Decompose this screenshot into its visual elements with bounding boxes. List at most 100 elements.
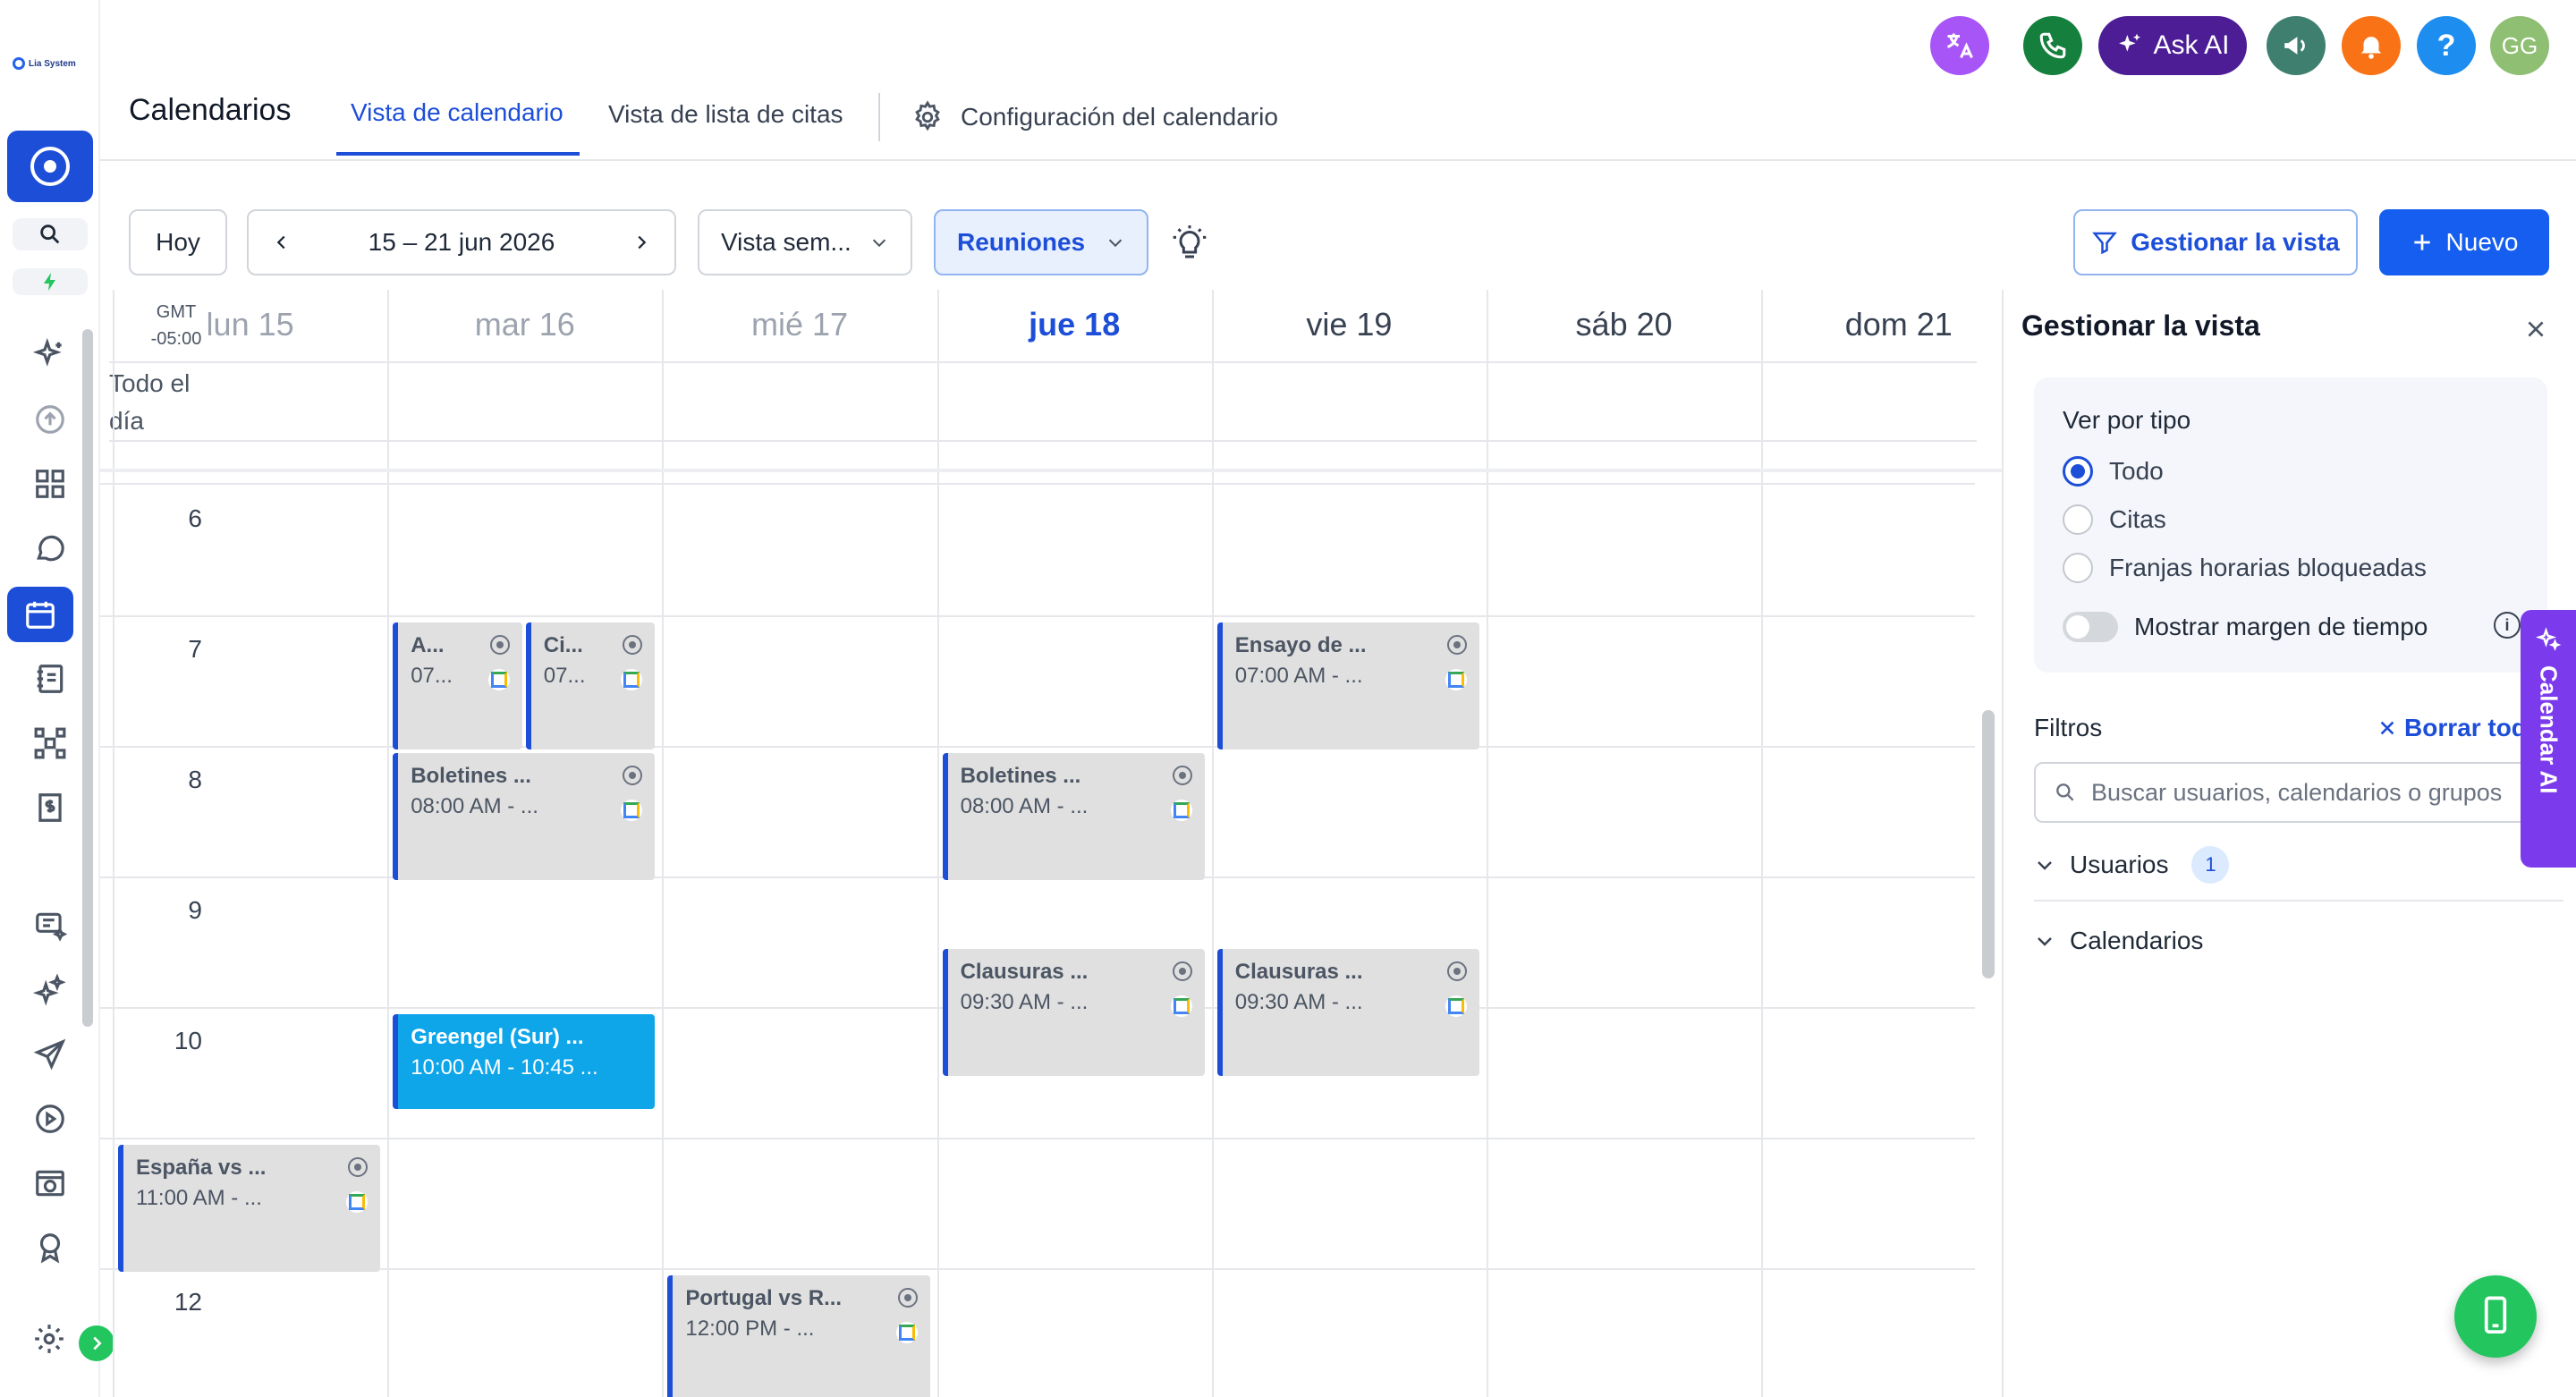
lightbulb-icon[interactable]	[1172, 224, 1208, 263]
new-event-button[interactable]: Nuevo	[2379, 209, 2549, 275]
translate-button[interactable]	[1930, 16, 1989, 75]
panel-close-button[interactable]	[2524, 311, 2547, 349]
calendar-ai-tab[interactable]: Calendar AI	[2521, 610, 2576, 868]
radio-option-blocked-slots[interactable]: Franjas horarias bloqueadas	[2063, 553, 2427, 583]
user-avatar[interactable]: GG	[2490, 16, 2549, 75]
users-accordion-label: Usuarios	[2070, 851, 2169, 878]
translate-icon	[1946, 33, 1973, 59]
today-button[interactable]: Hoy	[129, 209, 227, 275]
help-label: ?	[2436, 28, 2456, 63]
send-icon	[33, 1038, 66, 1071]
day-header[interactable]: vie 19	[1212, 306, 1487, 343]
radio-label: Citas	[2109, 505, 2166, 533]
tab-calendar-view[interactable]: Vista de calendario	[351, 98, 564, 127]
radio-button[interactable]	[2063, 504, 2093, 535]
ask-ai-button[interactable]: Ask AI	[2098, 16, 2247, 75]
grid-column-line	[662, 290, 665, 1397]
event-title: Boletines ...	[411, 764, 531, 788]
day-header[interactable]: dom 21	[1761, 306, 2036, 343]
search-icon	[2056, 783, 2074, 801]
sidebar-search-button[interactable]	[13, 218, 88, 250]
phone-button[interactable]	[2023, 16, 2082, 75]
radio-option-all[interactable]: Todo	[2063, 456, 2164, 487]
clear-all-filters-button[interactable]: Borrar todo	[2377, 714, 2542, 742]
tab-appointment-list[interactable]: Vista de lista de citas	[608, 100, 843, 129]
calendar-event[interactable]: Boletines ... 08:00 AM - ...	[942, 753, 1205, 880]
calendar-event[interactable]: Clausuras ... 09:30 AM - ...	[942, 949, 1205, 1076]
calendar-event[interactable]: A... 07...	[393, 622, 522, 749]
calendar-event[interactable]: España vs ... 11:00 AM - ...	[118, 1145, 381, 1272]
calendar-event[interactable]: Portugal vs R... 12:00 PM - ...	[667, 1275, 930, 1397]
calendar-event[interactable]: Clausuras ... 09:30 AM - ...	[1216, 949, 1479, 1076]
sidebar-item-opportunities[interactable]	[16, 715, 84, 771]
help-button[interactable]: ?	[2417, 16, 2476, 75]
calendar-event[interactable]: Ensayo de ... 07:00 AM - ...	[1216, 622, 1479, 749]
manage-view-button[interactable]: Gestionar la vista	[2073, 209, 2358, 275]
announcements-button[interactable]	[2267, 16, 2326, 75]
sidebar-item-media[interactable]	[16, 1091, 84, 1147]
event-title: Portugal vs R...	[685, 1286, 843, 1310]
brand-logo[interactable]: Lia System	[13, 52, 88, 75]
mobile-app-button[interactable]	[2454, 1275, 2537, 1358]
day-header[interactable]: mié 17	[662, 306, 936, 343]
users-accordion[interactable]: Usuarios 1	[2034, 846, 2230, 884]
award-ribbon-icon	[39, 1233, 61, 1264]
sidebar-item-settings[interactable]	[21, 1311, 77, 1367]
calendar-scrollbar[interactable]	[1982, 710, 1995, 978]
manage-view-panel: Gestionar la vista Ver por tipo Todo Cit…	[2002, 290, 2576, 1397]
filter-search-input[interactable]	[2091, 778, 2556, 807]
brand-name: Lia System	[29, 58, 76, 69]
radio-button[interactable]	[2063, 456, 2093, 487]
event-status-icon	[1172, 766, 1192, 785]
sidebar-scrollbar[interactable]	[82, 329, 93, 1027]
avatar-initials: GG	[2501, 31, 2538, 59]
sidebar-item-marketing[interactable]	[16, 1027, 84, 1082]
radio-label: Franjas horarias bloqueadas	[2109, 554, 2427, 581]
calendar-event[interactable]: Boletines ... 08:00 AM - ...	[393, 753, 656, 880]
all-day-bottom-line	[109, 440, 1977, 442]
sidebar-item-reputation[interactable]	[16, 1220, 84, 1275]
radio-label: Todo	[2109, 457, 2164, 485]
grid-column-line	[113, 290, 114, 1397]
calendars-accordion[interactable]: Calendarios	[2034, 927, 2203, 955]
day-header[interactable]: sáb 20	[1487, 306, 1761, 343]
google-calendar-icon	[1445, 995, 1467, 1017]
tab-calendar-settings[interactable]: Configuración del calendario	[911, 100, 1278, 134]
browser-globe-icon	[36, 1170, 64, 1197]
day-header[interactable]: mar 16	[387, 306, 662, 343]
chevron-left-icon[interactable]	[272, 233, 292, 252]
account-switcher-button[interactable]	[7, 131, 93, 202]
accordion-divider	[2034, 900, 2563, 902]
calendar-event[interactable]: Ci... 07...	[525, 622, 656, 749]
radio-option-appointments[interactable]: Citas	[2063, 504, 2166, 535]
chevron-down-icon	[1108, 239, 1123, 248]
time-margin-toggle[interactable]	[2063, 612, 2118, 642]
sidebar-item-ai-agents[interactable]	[16, 898, 84, 953]
ask-ai-label: Ask AI	[2153, 30, 2230, 60]
view-type-select[interactable]: Vista sem...	[698, 209, 912, 275]
day-header[interactable]: lun 15	[113, 306, 387, 343]
event-type-select[interactable]: Reuniones	[934, 209, 1148, 275]
calendar-ai-label: Calendar AI	[2535, 665, 2563, 794]
sidebar-item-automation[interactable]	[16, 962, 84, 1018]
date-range-label[interactable]: 15 – 21 jun 2026	[369, 228, 555, 257]
notifications-button[interactable]	[2342, 16, 2401, 75]
filter-icon	[2092, 232, 2118, 255]
sidebar-item-ai[interactable]	[16, 327, 84, 383]
day-header[interactable]: jue 18	[937, 306, 1212, 343]
quick-actions-button[interactable]	[13, 268, 88, 295]
sidebar-item-launchpad[interactable]	[16, 392, 84, 447]
chevron-right-icon[interactable]	[631, 233, 651, 252]
chevron-down-icon	[2038, 937, 2052, 946]
sidebar-item-payments[interactable]	[16, 780, 84, 835]
calendar-event[interactable]: Greengel (Sur) ... 10:00 AM - 10:45 ...	[393, 1014, 656, 1109]
sidebar-item-calendars[interactable]	[7, 587, 73, 642]
radio-button[interactable]	[2063, 553, 2093, 583]
sidebar-item-dashboard[interactable]	[16, 456, 84, 512]
sidebar-item-contacts[interactable]	[16, 651, 84, 707]
all-day-top-line	[109, 361, 1977, 363]
info-icon[interactable]: i	[2494, 612, 2521, 639]
grid-column-line	[936, 290, 939, 1397]
sidebar-item-conversations[interactable]	[16, 521, 84, 576]
sidebar-item-sites[interactable]	[16, 1156, 84, 1211]
